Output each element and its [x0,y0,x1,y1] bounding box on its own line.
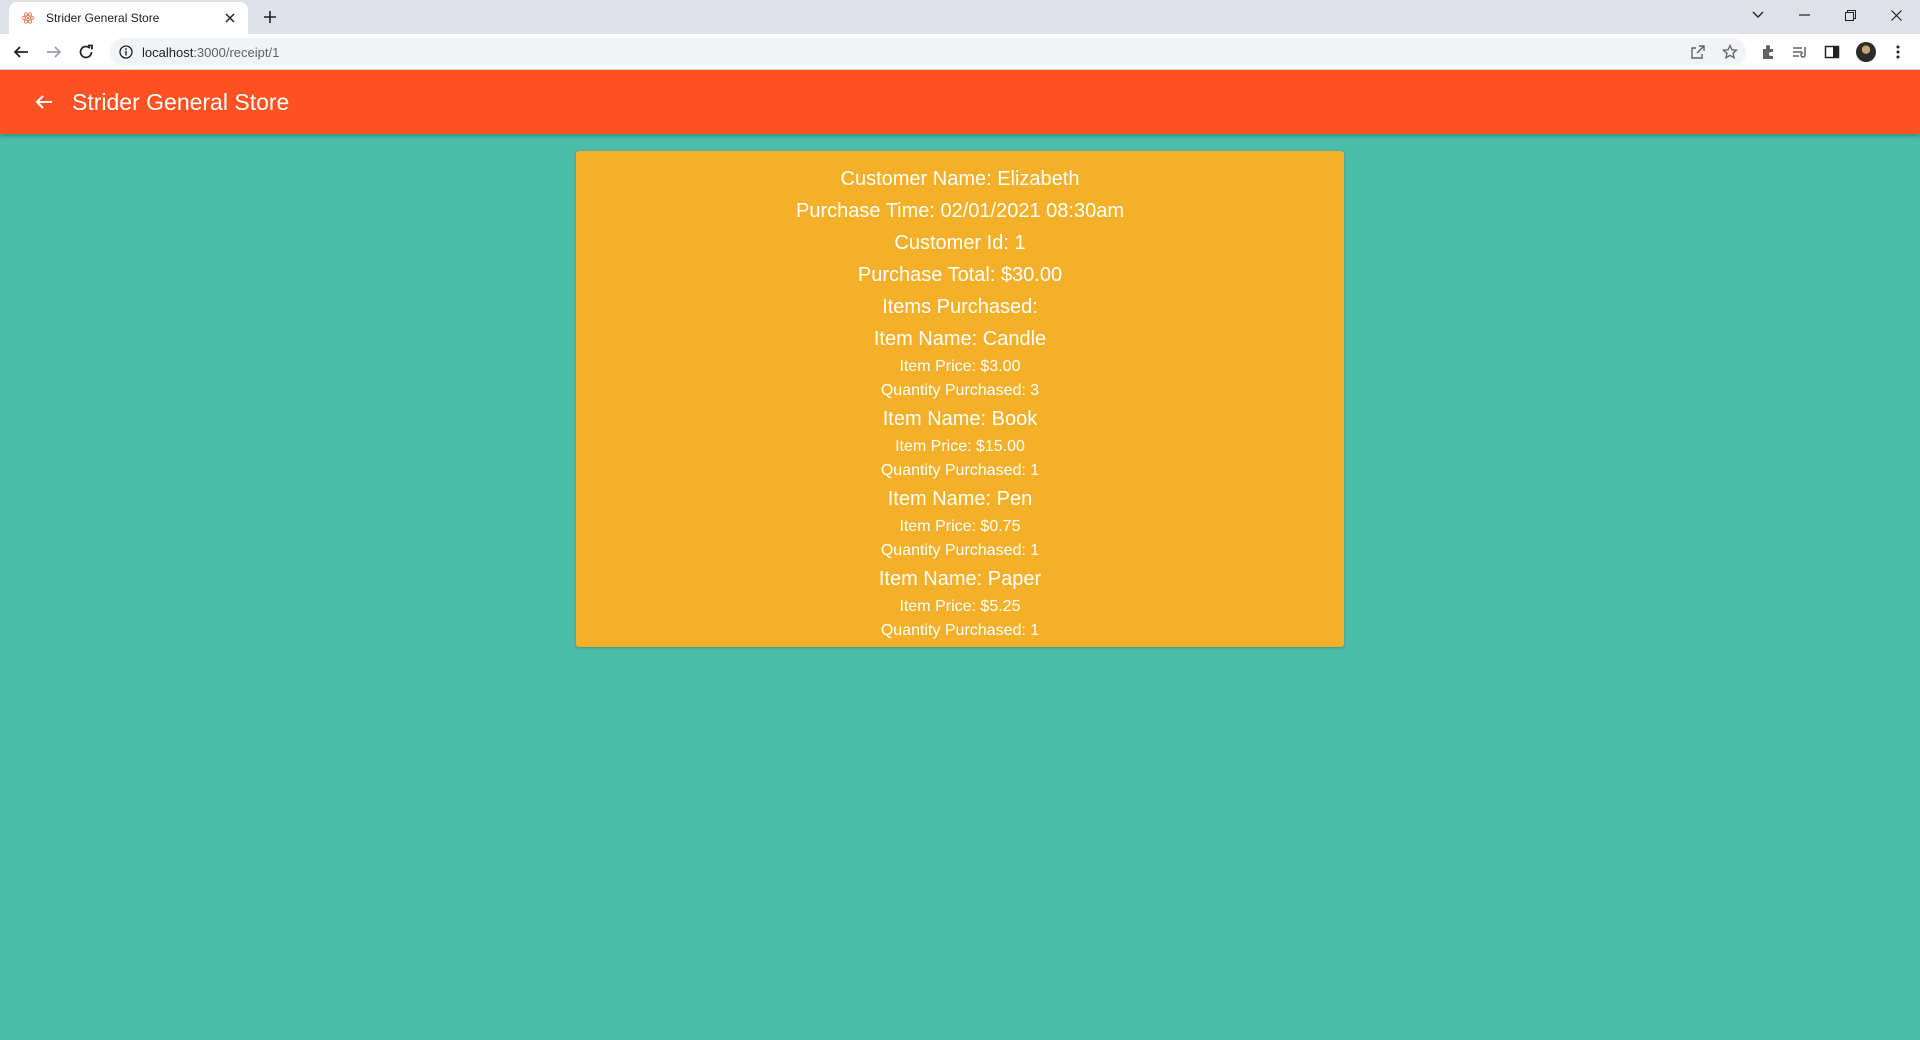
item-quantity: Quantity Purchased: 1 [880,622,1040,639]
back-arrow-icon[interactable] [30,88,58,116]
tab-title: Strider General Store [46,11,160,25]
items-heading: Items Purchased: [882,296,1038,318]
page-title: Strider General Store [72,88,290,115]
list-item: Item Name: Paper Item Price: $5.25 Quant… [576,563,1344,643]
browser-tab-strip: Strider General Store [0,0,1920,34]
item-quantity: Quantity Purchased: 1 [880,462,1040,479]
site-info-icon[interactable] [118,44,134,60]
bookmark-star-icon[interactable] [1720,42,1740,62]
item-name: Item Name: Paper [878,568,1042,590]
app-bar: Strider General Store [0,70,1920,134]
forward-arrow-icon[interactable] [43,41,65,63]
back-arrow-icon[interactable] [10,41,32,63]
more-menu-icon[interactable] [1888,42,1908,62]
tab-search-chevron-icon[interactable] [1738,0,1778,30]
purchase-time: Purchase Time: 02/01/2021 08:30am [796,200,1124,222]
item-price: Item Price: $3.00 [899,358,1021,375]
item-name: Item Name: Pen [887,488,1033,510]
side-panel-icon[interactable] [1822,42,1842,62]
item-price: Item Price: $0.75 [899,518,1021,535]
url-host: localhost [142,44,194,60]
new-tab-icon[interactable] [260,7,280,27]
list-item: Item Name: Candle Item Price: $3.00 Quan… [576,323,1344,403]
browser-tab[interactable]: Strider General Store [9,2,248,34]
item-price: Item Price: $15.00 [895,438,1025,455]
customer-id: Customer Id: 1 [894,232,1026,254]
url-path: :3000/receipt/1 [193,44,280,60]
customer-name: Customer Name: Elizabeth [840,168,1080,190]
item-quantity: Quantity Purchased: 1 [880,542,1040,559]
list-item: Item Name: Book Item Price: $15.00 Quant… [576,403,1344,483]
receipt-card: Customer Name: Elizabeth Purchase Time: … [576,151,1344,647]
react-favicon-icon [20,10,36,26]
list-item: Item Name: Pen Item Price: $0.75 Quantit… [576,483,1344,563]
item-name: Item Name: Book [882,408,1038,430]
item-quantity: Quantity Purchased: 3 [880,382,1040,399]
url-text: localhost:3000/receipt/1 [142,45,279,60]
purchase-total: Purchase Total: $30.00 [857,264,1063,286]
reload-icon[interactable] [75,41,97,63]
close-tab-icon[interactable] [222,10,238,26]
restore-icon[interactable] [1830,0,1870,30]
close-window-icon[interactable] [1876,0,1916,30]
share-icon[interactable] [1688,42,1708,62]
reading-list-icon[interactable] [1790,42,1810,62]
minimize-icon[interactable] [1784,0,1824,30]
browser-toolbar: localhost:3000/receipt/1 [0,34,1920,70]
item-price: Item Price: $5.25 [899,598,1021,615]
profile-avatar[interactable] [1856,42,1876,62]
extensions-icon[interactable] [1758,42,1778,62]
address-bar[interactable]: localhost:3000/receipt/1 [110,38,1746,66]
item-name: Item Name: Candle [873,328,1047,350]
